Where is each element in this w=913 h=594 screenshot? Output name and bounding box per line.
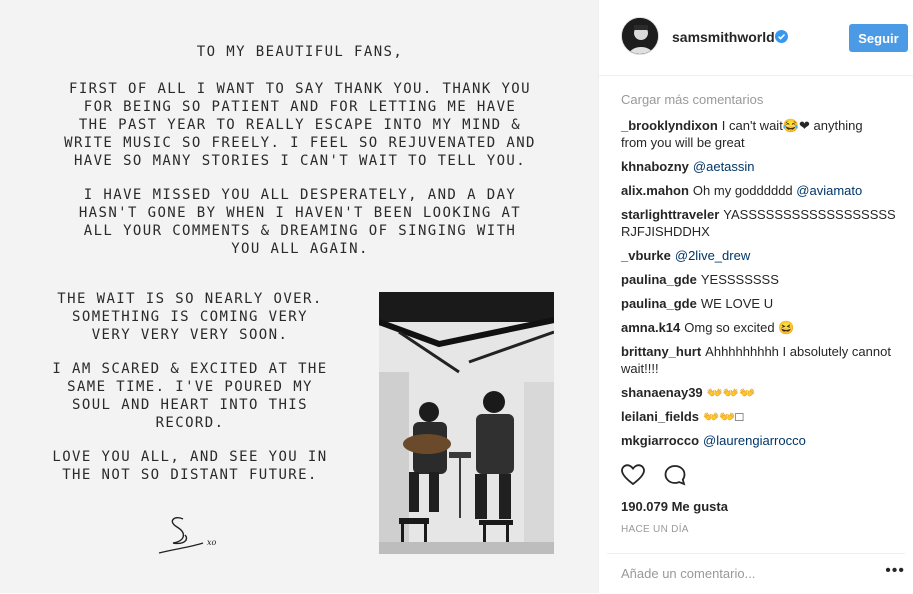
comment: shanaenay39 👐👐👐 (621, 384, 891, 401)
load-more-comments-link[interactable]: Cargar más comentarios (621, 92, 763, 107)
avatar[interactable] (621, 17, 659, 55)
comment-username[interactable]: _brooklyndixon (621, 118, 718, 133)
comment-username[interactable]: mkgiarrocco (621, 433, 699, 448)
handwritten-signature: xo (155, 505, 235, 560)
follow-button[interactable]: Seguir (849, 24, 908, 52)
more-options-icon[interactable]: ••• (885, 562, 905, 580)
comments-panel: samsmithworld Seguir Cargar más comentar… (599, 0, 913, 593)
heart-icon[interactable] (621, 464, 645, 491)
comment-username[interactable]: shanaenay39 (621, 385, 703, 400)
comments-list: _brooklyndixon I can't wait😂❤ anything fr… (621, 117, 896, 456)
letter-paragraph-4: I am scared & excited at the same time. … (52, 361, 328, 431)
comment-username[interactable]: paulina_gde (621, 296, 697, 311)
comment-text: Oh my godddddd (692, 183, 793, 198)
comment-username[interactable]: leilani_fields (621, 409, 699, 424)
comment: alix.mahon Oh my godddddd @aviamato (621, 182, 891, 199)
comment-mention[interactable]: @aetassin (693, 159, 755, 174)
comment-text: WE LOVE U (700, 296, 774, 311)
post-timestamp[interactable]: HACE UN DÍA (621, 524, 689, 535)
comment-username[interactable]: khnabozny (621, 159, 689, 174)
comment: _vburke @2live_drew (621, 247, 891, 264)
comment-username[interactable]: alix.mahon (621, 183, 689, 198)
comment-mention[interactable]: @laurengiarrocco (703, 433, 806, 448)
comment: starlighttraveler YASSSSSSSSSSSSSSSSSS RJ… (621, 206, 896, 240)
comment: _brooklyndixon I can't wait😂❤ anything fr… (621, 117, 891, 151)
comment-username[interactable]: paulina_gde (621, 272, 697, 287)
comment: leilani_fields 👐👐□ (621, 408, 891, 425)
signature-xo: xo (207, 538, 217, 547)
comment-username[interactable]: starlighttraveler (621, 207, 719, 222)
comment-mention[interactable]: @aviamato (796, 183, 862, 198)
comment: amna.k14 Omg so excited 😆 (621, 319, 891, 336)
likes-count[interactable]: 190.079 Me gusta (621, 499, 728, 514)
add-comment-bar: Añade un comentario... ••• (607, 553, 905, 594)
comment: paulina_gde WE LOVE U (621, 295, 891, 312)
comment: brittany_hurt Ahhhhhhhhh I absolutely can… (621, 343, 891, 377)
add-comment-input[interactable]: Añade un comentario... (621, 566, 755, 581)
post-header: samsmithworld Seguir (599, 0, 913, 76)
letter-title: To my beautiful fans, (196, 44, 404, 60)
comment-text: 👐👐👐 (706, 385, 756, 400)
comment-username[interactable]: _vburke (621, 248, 671, 263)
comment-username[interactable]: brittany_hurt (621, 344, 701, 359)
post-actions (621, 464, 687, 491)
letter-paragraph-3: The wait is so nearly over. Something is… (57, 291, 323, 343)
letter-paragraph-2: I have missed you all desperately, and a… (78, 187, 522, 257)
comment: paulina_gde YESSSSSSS (621, 271, 891, 288)
comment-text: Omg so excited 😆 (684, 320, 795, 335)
comment-text: 👐👐□ (703, 409, 744, 424)
username-link[interactable]: samsmithworld (672, 29, 775, 45)
letter-paragraph-1: First of all I want to say thank you. Th… (64, 81, 536, 169)
comment: mkgiarrocco @laurengiarrocco (621, 432, 891, 449)
verified-badge-icon (775, 30, 788, 43)
comment-username[interactable]: amna.k14 (621, 320, 680, 335)
comment-mention[interactable]: @2live_drew (675, 248, 750, 263)
post-image[interactable]: To my beautiful fans, First of all I wan… (0, 0, 599, 593)
studio-photo (379, 292, 554, 554)
letter-paragraph-5: Love you all, and see you in the not so … (52, 449, 328, 483)
comment: khnabozny @aetassin (621, 158, 891, 175)
comment-text: YESSSSSSS (700, 272, 779, 287)
comment-bubble-icon[interactable] (663, 464, 687, 491)
